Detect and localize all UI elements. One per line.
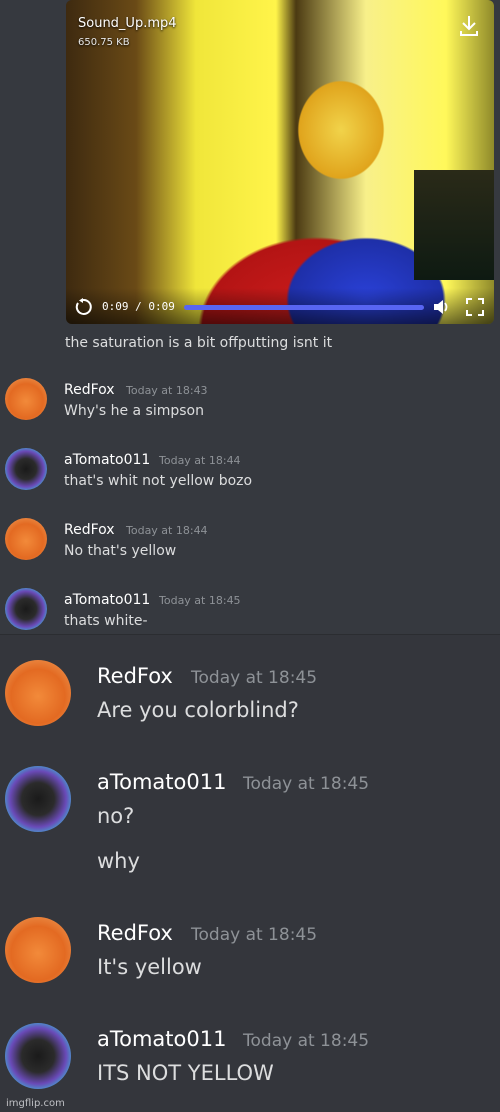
message-text: No that's yellow bbox=[64, 543, 177, 559]
message-text: the saturation is a bit offputting isnt … bbox=[65, 335, 333, 351]
replay-icon[interactable] bbox=[74, 298, 92, 316]
avatar[interactable] bbox=[5, 588, 47, 630]
chat-zoomed-section: RedFox Today at 18:45 Are you colorblind… bbox=[0, 634, 500, 1112]
video-progress-bar[interactable] bbox=[184, 305, 424, 310]
message-author[interactable]: aTomato011 bbox=[64, 452, 150, 468]
message-author[interactable]: aTomato011 bbox=[64, 592, 150, 608]
message-text: Are you colorblind? bbox=[97, 698, 299, 722]
avatar[interactable] bbox=[5, 660, 71, 726]
message-author[interactable]: RedFox bbox=[97, 921, 173, 945]
message-timestamp: Today at 18:45 bbox=[243, 774, 370, 794]
message-text: why bbox=[97, 849, 140, 873]
avatar[interactable] bbox=[5, 518, 47, 560]
avatar[interactable] bbox=[5, 1023, 71, 1089]
avatar[interactable] bbox=[5, 766, 71, 832]
message-timestamp: Today at 18:45 bbox=[191, 925, 318, 945]
message-timestamp: Today at 18:44 bbox=[159, 454, 241, 467]
avatar[interactable] bbox=[5, 378, 47, 420]
video-filename: Sound_Up.mp4 bbox=[78, 16, 177, 31]
message-text: It's yellow bbox=[97, 955, 202, 979]
video-filesize: 650.75 KB bbox=[78, 37, 130, 48]
video-background-shelf bbox=[414, 170, 494, 280]
download-icon[interactable] bbox=[458, 14, 480, 38]
message-timestamp: Today at 18:45 bbox=[191, 668, 318, 688]
message-text: Why's he a simpson bbox=[64, 403, 204, 419]
message-timestamp: Today at 18:43 bbox=[126, 384, 208, 397]
message-timestamp: Today at 18:45 bbox=[159, 594, 241, 607]
message-timestamp: Today at 18:45 bbox=[243, 1031, 370, 1051]
message-text: ITS NOT YELLOW bbox=[97, 1061, 274, 1085]
message-text: thats white- bbox=[64, 613, 148, 629]
volume-icon[interactable] bbox=[432, 298, 452, 316]
message-author[interactable]: aTomato011 bbox=[97, 1027, 226, 1051]
fullscreen-icon[interactable] bbox=[466, 298, 484, 316]
message-timestamp: Today at 18:44 bbox=[126, 524, 208, 537]
message-text: that's whit not yellow bozo bbox=[64, 473, 253, 489]
avatar[interactable] bbox=[5, 448, 47, 490]
message-author[interactable]: RedFox bbox=[64, 382, 115, 398]
avatar[interactable] bbox=[5, 917, 71, 983]
video-controls: 0:09 / 0:09 bbox=[66, 288, 494, 324]
message-author[interactable]: aTomato011 bbox=[97, 770, 226, 794]
message-author[interactable]: RedFox bbox=[97, 664, 173, 688]
message-text: no? bbox=[97, 804, 135, 828]
message-author[interactable]: RedFox bbox=[64, 522, 115, 538]
video-time: 0:09 / 0:09 bbox=[102, 300, 175, 313]
chat-top-section: Sound_Up.mp4 650.75 KB 0:09 / 0:09 the s… bbox=[0, 0, 500, 634]
watermark: imgflip.com bbox=[6, 1098, 65, 1109]
video-player[interactable]: Sound_Up.mp4 650.75 KB 0:09 / 0:09 bbox=[66, 0, 494, 324]
